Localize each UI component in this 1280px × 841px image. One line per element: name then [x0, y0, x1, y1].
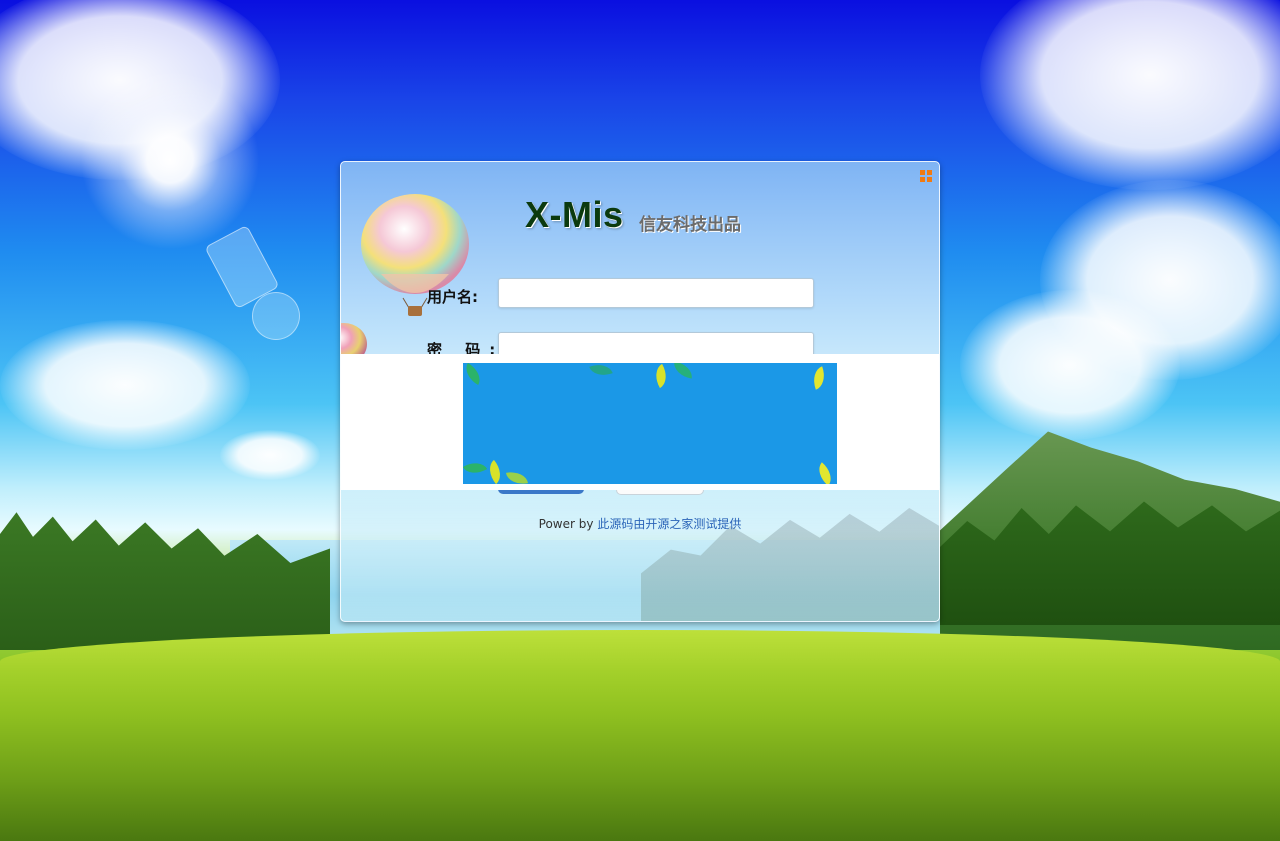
cloud — [220, 430, 320, 480]
leaf-decoration — [809, 366, 829, 390]
leaf-decoration — [483, 459, 507, 484]
trees — [0, 512, 330, 650]
sun — [80, 70, 260, 250]
grid-menu-icon[interactable] — [920, 170, 932, 182]
leaf-decoration — [505, 469, 529, 484]
ad-overlay — [341, 354, 939, 490]
username-input[interactable] — [498, 278, 814, 308]
cloud — [980, 0, 1280, 190]
username-label: 用户名: — [427, 288, 478, 306]
footer-link[interactable]: 此源码由开源之家测试提供 — [597, 517, 741, 531]
cloud — [960, 290, 1180, 440]
leaf-decoration — [463, 456, 488, 480]
leaf-decoration — [649, 363, 673, 389]
app-tagline: 信友科技出品 — [639, 215, 741, 235]
cloud — [0, 320, 250, 450]
footer-prefix: Power by — [538, 517, 594, 531]
ad-banner[interactable] — [463, 363, 837, 484]
leaf-decoration — [812, 462, 837, 484]
leaf-decoration — [589, 363, 613, 380]
app-logo: X-Mis — [525, 194, 624, 235]
leaf-decoration — [463, 363, 486, 386]
leaf-decoration — [671, 363, 695, 379]
background-scene: X-Mis 信友科技出品 用户名: 密 码: Power by 此源码由开源之家 — [0, 0, 1280, 841]
footer: Power by 此源码由开源之家测试提供 — [341, 515, 939, 532]
grass-field — [0, 630, 1280, 841]
login-panel: X-Mis 信友科技出品 用户名: 密 码: Power by 此源码由开源之家 — [340, 161, 940, 622]
lens-flare — [252, 292, 300, 340]
